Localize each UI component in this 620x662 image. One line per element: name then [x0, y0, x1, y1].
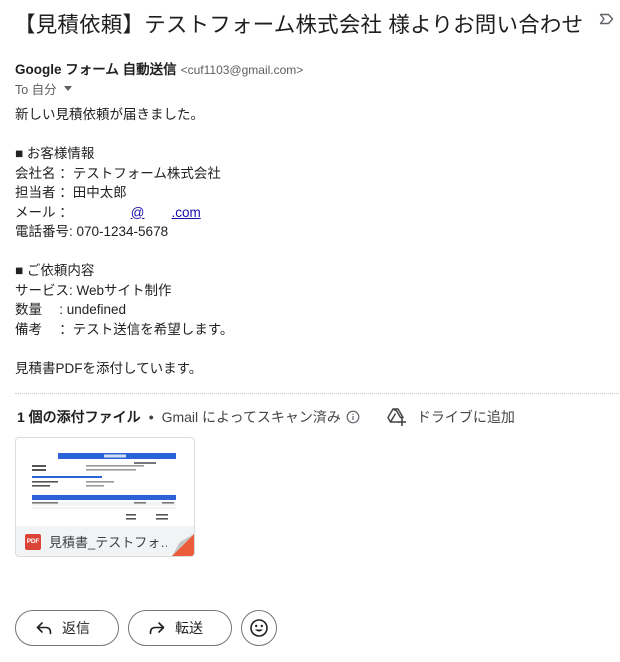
sender-name[interactable]: Google フォーム 自動送信	[15, 58, 177, 78]
scan-status: Gmail によってスキャン済み	[161, 409, 341, 425]
recipient-row[interactable]: To 自分	[15, 79, 72, 98]
recipient-label: To 自分	[15, 83, 57, 97]
email-body: 新しい見積依頼が届きました。 ■ お客様情報 会社名 ：テストフォーム株式会社 …	[15, 105, 233, 378]
emoji-icon	[250, 619, 268, 637]
attachment-footer: PDF 見積書_テストフォ…	[16, 526, 194, 556]
info-icon[interactable]	[346, 410, 360, 424]
phone-row: 電話番号: 070-1234-5678	[15, 224, 169, 239]
customer-info-heading: ■ お客様情報	[15, 146, 95, 161]
recipient-details-caret-icon[interactable]	[63, 86, 72, 91]
sender-row: Google フォーム 自動送信 <cuf1103@gmail.com>	[15, 58, 303, 78]
mail-row: メール ： @ .com	[15, 203, 233, 223]
separator-dot: •	[148, 409, 154, 425]
person-row: 担当者 ：田中太郎	[15, 185, 127, 200]
note-row: 備考 ：テスト送信を希望します。	[15, 321, 234, 337]
company-row: 会社名 ：テストフォーム株式会社	[15, 165, 221, 181]
pdf-file-icon: PDF	[25, 533, 41, 550]
forward-label: 転送	[175, 620, 203, 636]
reply-button[interactable]: 返信	[15, 610, 119, 646]
subject-row: 【見積依頼】テストフォーム株式会社 様よりお問い合わせ	[14, 6, 614, 40]
page-fold-icon	[172, 534, 194, 556]
mail-domain-link[interactable]: .com	[171, 205, 200, 220]
mail-label: メール ：	[15, 204, 73, 220]
emoji-reaction-button[interactable]	[241, 610, 277, 646]
reply-arrow-icon	[36, 622, 52, 635]
body-blank-line	[15, 125, 233, 145]
reply-label: 返信	[62, 620, 90, 636]
message-actions: 返信 転送	[15, 610, 286, 646]
add-to-drive-button[interactable]: ドライブに追加	[386, 407, 515, 427]
label-outline-icon[interactable]	[598, 10, 616, 28]
quantity-row: 数量 : undefined	[15, 302, 127, 317]
attachment-count: 1 個の添付ファイル	[17, 409, 141, 425]
forward-button[interactable]: 転送	[128, 610, 232, 646]
body-blank-line	[15, 242, 233, 262]
attachments-divider	[15, 393, 619, 394]
email-subject: 【見積依頼】テストフォーム株式会社 様よりお問い合わせ	[14, 12, 584, 37]
add-to-drive-label: ドライブに追加	[416, 409, 515, 425]
attachments-header: 1 個の添付ファイル • Gmail によってスキャン済み ドライブに追加	[17, 407, 515, 427]
body-blank-line	[15, 339, 233, 359]
body-intro: 新しい見積依頼が届きました。	[15, 107, 204, 122]
body-closing: 見積書PDFを添付しています。	[15, 360, 203, 376]
sender-email: <cuf1103@gmail.com>	[180, 63, 304, 77]
attachment-card[interactable]: PDF 見積書_テストフォ…	[15, 437, 195, 557]
pdf-thumbnail	[16, 438, 194, 526]
forward-arrow-icon	[149, 622, 165, 635]
attachment-filename: 見積書_テストフォ…	[49, 535, 167, 550]
add-to-drive-icon	[387, 408, 406, 426]
service-row: サービス: Webサイト制作	[15, 282, 172, 298]
pdf-preview-image	[32, 453, 176, 520]
request-heading: ■ ご依頼内容	[15, 263, 95, 278]
mail-at-link[interactable]: @	[131, 205, 145, 220]
